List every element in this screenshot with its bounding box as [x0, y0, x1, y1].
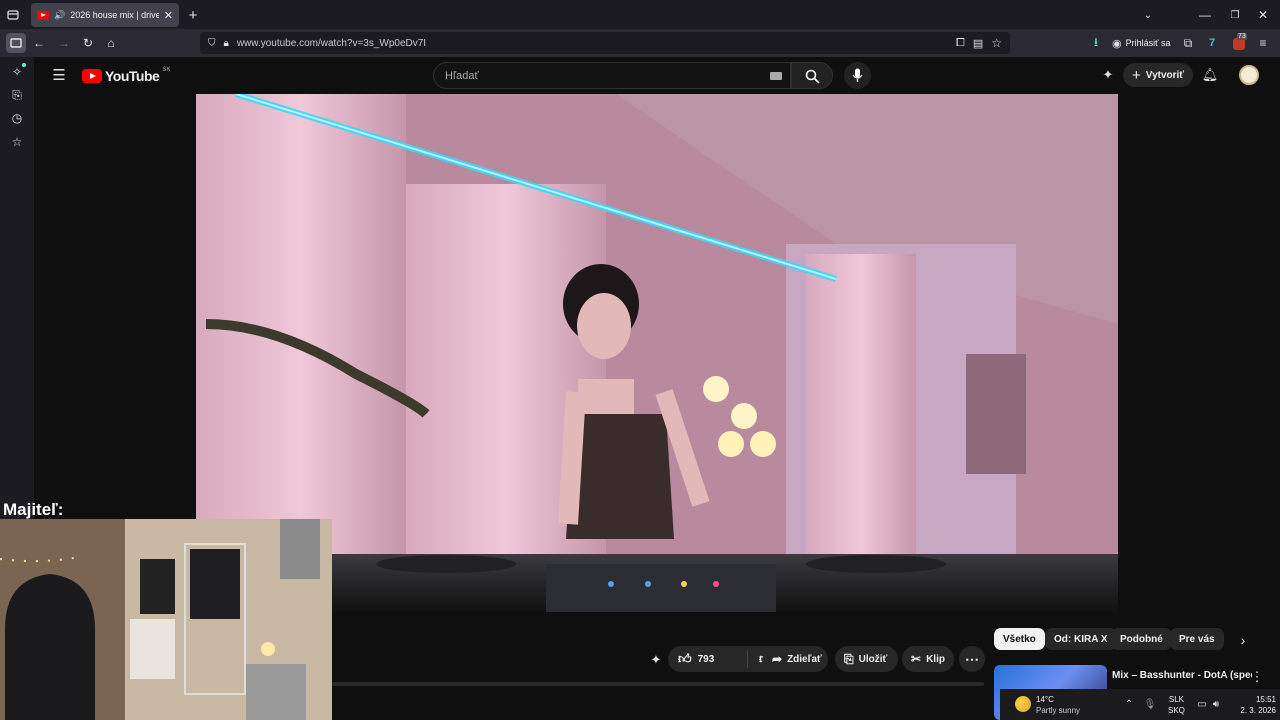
forward-icon[interactable]: →: [57, 36, 71, 50]
scissors-icon: ✂: [911, 652, 922, 666]
speaker-icon[interactable]: 🔊: [54, 10, 65, 21]
search-button[interactable]: [791, 62, 833, 89]
youtube-favicon-icon: [37, 10, 49, 20]
more-actions-button[interactable]: ⋯: [959, 646, 985, 672]
history-icon[interactable]: ◷: [10, 111, 24, 125]
volume-icon[interactable]: 🔊︎: [1210, 698, 1222, 710]
keyboard-icon[interactable]: [770, 72, 782, 80]
url-text: www.youtube.com/watch?v=3s_Wp0eDv7I: [236, 37, 427, 49]
date: 2. 3. 2026: [1240, 706, 1276, 715]
download-icon[interactable]: ⭳: [1089, 35, 1103, 50]
weather-widget[interactable]: 14°C Partly sunny: [1036, 694, 1080, 716]
notification-dot: [22, 63, 26, 67]
lock-icon[interactable]: 🔒︎: [224, 38, 229, 49]
recommendation-menu-icon[interactable]: ⋮: [1251, 669, 1264, 684]
chevron-down-icon[interactable]: ⌄: [1142, 8, 1154, 22]
close-tab-icon[interactable]: ✕: [164, 9, 173, 22]
chevron-up-icon[interactable]: ⌃: [1123, 698, 1135, 710]
language-indicator[interactable]: SLK SKQ: [1168, 694, 1185, 716]
webcam-frame: [0, 519, 332, 720]
hamburger-menu-icon[interactable]: ☰: [51, 67, 67, 84]
clip-label: Klip: [926, 653, 945, 665]
bookmark-star-icon[interactable]: ☆: [991, 36, 1002, 50]
video-player[interactable]: [196, 94, 1118, 612]
microphone-icon: [852, 68, 863, 82]
webcam-overlay: [0, 519, 332, 720]
upload-sparkle-icon[interactable]: ✦: [1100, 67, 1116, 83]
taskbar: 14°C Partly sunny ⌃ 🎙︎ SLK SKQ ▭ 🔊︎ 15:5…: [1000, 689, 1280, 720]
bookmark-icon: ⎘: [844, 651, 854, 666]
synced-tabs-icon[interactable]: ⎘: [10, 88, 24, 102]
share-arrow-icon: ➦: [772, 652, 783, 666]
active-tab[interactable]: 🔊 2026 house mix | drive & g ✕: [31, 3, 179, 27]
ask-sparkle-icon[interactable]: ✦: [648, 652, 664, 668]
scroll-track: [332, 682, 984, 686]
lang-line-2: SKQ: [1168, 706, 1185, 715]
more-dots-icon: ⋯: [965, 650, 979, 667]
home-icon[interactable]: ⌂: [104, 36, 118, 50]
save-button[interactable]: ⎘ Uložiť: [835, 646, 898, 672]
thumbs-up-icon: 👍︎: [678, 651, 692, 666]
sidebar-toggle-icon[interactable]: [6, 33, 26, 53]
microphone-icon[interactable]: 🎙︎: [1144, 698, 1157, 710]
voice-search-button[interactable]: [844, 62, 871, 89]
youtube-logo-text: YouTube: [105, 68, 160, 84]
time: 15:51: [1255, 695, 1276, 704]
chip-related[interactable]: Podobné: [1111, 628, 1172, 650]
bookmarks-icon[interactable]: ☆: [10, 135, 24, 149]
region-code: SK: [162, 67, 171, 73]
avatar[interactable]: [1239, 65, 1259, 85]
weather-sun-icon[interactable]: [1015, 696, 1031, 712]
chip-for-you[interactable]: Pre vás: [1170, 628, 1224, 650]
reader-view-icon[interactable]: ▤: [973, 37, 983, 50]
like-count: 793: [697, 653, 715, 665]
extension-badge: 73: [1237, 33, 1247, 40]
chip-from-channel[interactable]: Od: KIRA X: [1045, 628, 1117, 650]
like-button[interactable]: 👍︎ 793: [668, 650, 748, 668]
plus-icon: +: [1132, 66, 1141, 84]
share-label: Zdieľať: [787, 653, 822, 665]
reload-icon[interactable]: ↻: [81, 36, 95, 50]
account-icon: ◉: [1112, 37, 1122, 50]
extensions-icon[interactable]: ⧉: [1181, 36, 1195, 50]
recommendation-title[interactable]: Mix – Basshunter - DotA (sped: [1112, 670, 1252, 681]
picture-in-picture-icon[interactable]: ⧠: [956, 37, 965, 50]
back-icon[interactable]: ←: [32, 36, 46, 50]
create-button[interactable]: + Vytvoriť: [1123, 63, 1193, 87]
translate-extension-icon[interactable]: 7: [1205, 36, 1219, 50]
menu-icon[interactable]: ≡: [1256, 36, 1270, 50]
signin-button[interactable]: ◉ Prihlásiť sa: [1112, 35, 1171, 51]
owner-label: Majiteľ:: [3, 500, 64, 519]
chip-all[interactable]: Všetko: [994, 628, 1045, 650]
adblock-extension-icon[interactable]: 73: [1233, 33, 1247, 50]
restore-icon[interactable]: ❐: [1228, 8, 1242, 22]
save-label: Uložiť: [858, 653, 888, 665]
video-frame: [196, 94, 1118, 612]
minimize-icon[interactable]: —: [1198, 8, 1212, 22]
close-window-icon[interactable]: ✕: [1256, 8, 1270, 22]
chevron-right-icon[interactable]: ›: [1236, 632, 1250, 648]
ai-chat-icon[interactable]: ✧: [10, 65, 24, 79]
clip-button[interactable]: ✂ Klip: [902, 646, 954, 672]
search-input[interactable]: Hľadať: [433, 62, 791, 89]
temperature: 14°C: [1036, 695, 1054, 704]
tab-title: 2026 house mix | drive & g: [70, 10, 159, 20]
signin-label: Prihlásiť sa: [1125, 38, 1171, 48]
share-button[interactable]: ➦ Zdieľať: [763, 646, 828, 672]
create-label: Vytvoriť: [1145, 69, 1185, 81]
shield-icon[interactable]: ⛉: [208, 38, 216, 49]
weather-text: Partly sunny: [1036, 706, 1081, 715]
notifications-bell-icon[interactable]: 🔔︎: [1202, 67, 1219, 83]
search-placeholder: Hľadať: [445, 69, 479, 82]
clock[interactable]: 15:51 2. 3. 2026: [1232, 694, 1276, 716]
browser-tab-strip: 🔊 2026 house mix | drive & g ✕ + ⌄ — ❐ ✕: [0, 0, 1280, 29]
tab-list-icon[interactable]: [6, 8, 20, 22]
youtube-play-icon: [82, 69, 102, 83]
new-tab-icon[interactable]: +: [186, 7, 200, 24]
search-icon: [805, 69, 820, 84]
lang-line-1: SLK: [1168, 695, 1185, 704]
display-icon[interactable]: ▭: [1196, 698, 1208, 710]
youtube-logo[interactable]: YouTube SK: [82, 67, 170, 85]
url-bar[interactable]: ⛉ 🔒︎ www.youtube.com/watch?v=3s_Wp0eDv7I…: [200, 32, 1010, 54]
